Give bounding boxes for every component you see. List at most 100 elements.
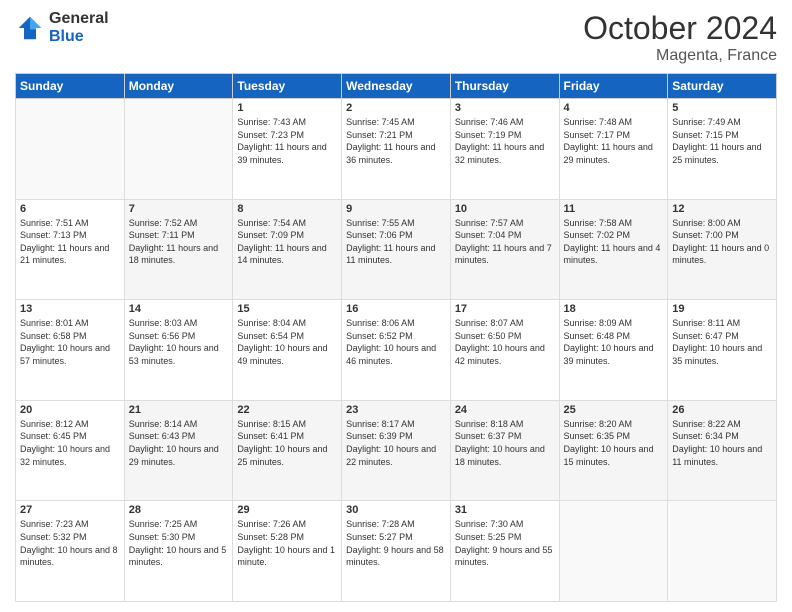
day-number: 26 <box>672 404 772 416</box>
sunset-text: Sunset: 6:52 PM <box>346 331 413 341</box>
table-row <box>559 501 668 602</box>
day-info: Sunrise: 8:03 AM Sunset: 6:56 PM Dayligh… <box>129 317 229 367</box>
day-number: 2 <box>346 102 446 114</box>
table-row: 25 Sunrise: 8:20 AM Sunset: 6:35 PM Dayl… <box>559 400 668 501</box>
col-wednesday: Wednesday <box>342 74 451 99</box>
sunset-text: Sunset: 5:25 PM <box>455 532 522 542</box>
day-info: Sunrise: 8:11 AM Sunset: 6:47 PM Dayligh… <box>672 317 772 367</box>
sunrise-text: Sunrise: 7:23 AM <box>20 519 89 529</box>
day-number: 13 <box>20 303 120 315</box>
daylight-text: Daylight: 10 hours and 29 minutes. <box>129 444 219 467</box>
table-row: 31 Sunrise: 7:30 AM Sunset: 5:25 PM Dayl… <box>450 501 559 602</box>
day-info: Sunrise: 7:25 AM Sunset: 5:30 PM Dayligh… <box>129 518 229 568</box>
calendar-page: General Blue October 2024 Magenta, Franc… <box>0 0 792 612</box>
sunset-text: Sunset: 6:43 PM <box>129 431 196 441</box>
daylight-text: Daylight: 11 hours and 36 minutes. <box>346 142 435 165</box>
day-number: 7 <box>129 203 229 215</box>
table-row: 12 Sunrise: 8:00 AM Sunset: 7:00 PM Dayl… <box>668 199 777 300</box>
title-block: October 2024 Magenta, France <box>583 10 777 65</box>
sunset-text: Sunset: 6:56 PM <box>129 331 196 341</box>
logo-text: General Blue <box>49 10 109 45</box>
day-info: Sunrise: 7:45 AM Sunset: 7:21 PM Dayligh… <box>346 116 446 166</box>
day-info: Sunrise: 8:20 AM Sunset: 6:35 PM Dayligh… <box>564 418 664 468</box>
sunrise-text: Sunrise: 7:51 AM <box>20 218 89 228</box>
table-row: 8 Sunrise: 7:54 AM Sunset: 7:09 PM Dayli… <box>233 199 342 300</box>
sunset-text: Sunset: 6:41 PM <box>237 431 304 441</box>
table-row: 26 Sunrise: 8:22 AM Sunset: 6:34 PM Dayl… <box>668 400 777 501</box>
col-tuesday: Tuesday <box>233 74 342 99</box>
day-number: 6 <box>20 203 120 215</box>
logo-blue-text: Blue <box>49 28 109 46</box>
sunset-text: Sunset: 7:21 PM <box>346 130 413 140</box>
sunrise-text: Sunrise: 7:43 AM <box>237 117 306 127</box>
day-number: 3 <box>455 102 555 114</box>
day-number: 9 <box>346 203 446 215</box>
sunrise-text: Sunrise: 7:58 AM <box>564 218 633 228</box>
day-info: Sunrise: 7:55 AM Sunset: 7:06 PM Dayligh… <box>346 217 446 267</box>
sunset-text: Sunset: 6:58 PM <box>20 331 87 341</box>
table-row <box>16 99 125 200</box>
logo-icon <box>15 13 45 43</box>
table-row: 2 Sunrise: 7:45 AM Sunset: 7:21 PM Dayli… <box>342 99 451 200</box>
day-number: 31 <box>455 504 555 516</box>
day-info: Sunrise: 8:18 AM Sunset: 6:37 PM Dayligh… <box>455 418 555 468</box>
calendar-week-row: 1 Sunrise: 7:43 AM Sunset: 7:23 PM Dayli… <box>16 99 777 200</box>
sunset-text: Sunset: 7:04 PM <box>455 230 522 240</box>
sunset-text: Sunset: 6:39 PM <box>346 431 413 441</box>
calendar-week-row: 27 Sunrise: 7:23 AM Sunset: 5:32 PM Dayl… <box>16 501 777 602</box>
day-info: Sunrise: 8:12 AM Sunset: 6:45 PM Dayligh… <box>20 418 120 468</box>
daylight-text: Daylight: 10 hours and 1 minute. <box>237 545 335 568</box>
day-info: Sunrise: 8:17 AM Sunset: 6:39 PM Dayligh… <box>346 418 446 468</box>
sunrise-text: Sunrise: 7:25 AM <box>129 519 198 529</box>
table-row: 10 Sunrise: 7:57 AM Sunset: 7:04 PM Dayl… <box>450 199 559 300</box>
table-row: 27 Sunrise: 7:23 AM Sunset: 5:32 PM Dayl… <box>16 501 125 602</box>
daylight-text: Daylight: 9 hours and 58 minutes. <box>346 545 444 568</box>
daylight-text: Daylight: 10 hours and 49 minutes. <box>237 343 327 366</box>
day-info: Sunrise: 8:14 AM Sunset: 6:43 PM Dayligh… <box>129 418 229 468</box>
table-row: 15 Sunrise: 8:04 AM Sunset: 6:54 PM Dayl… <box>233 300 342 401</box>
col-monday: Monday <box>124 74 233 99</box>
day-number: 12 <box>672 203 772 215</box>
daylight-text: Daylight: 11 hours and 11 minutes. <box>346 243 435 266</box>
sunrise-text: Sunrise: 8:07 AM <box>455 318 524 328</box>
day-number: 10 <box>455 203 555 215</box>
table-row: 29 Sunrise: 7:26 AM Sunset: 5:28 PM Dayl… <box>233 501 342 602</box>
sunset-text: Sunset: 7:11 PM <box>129 230 195 240</box>
col-saturday: Saturday <box>668 74 777 99</box>
daylight-text: Daylight: 11 hours and 18 minutes. <box>129 243 218 266</box>
daylight-text: Daylight: 10 hours and 57 minutes. <box>20 343 110 366</box>
day-info: Sunrise: 7:30 AM Sunset: 5:25 PM Dayligh… <box>455 518 555 568</box>
sunrise-text: Sunrise: 7:45 AM <box>346 117 415 127</box>
sunrise-text: Sunrise: 8:20 AM <box>564 419 633 429</box>
daylight-text: Daylight: 10 hours and 42 minutes. <box>455 343 545 366</box>
day-info: Sunrise: 8:22 AM Sunset: 6:34 PM Dayligh… <box>672 418 772 468</box>
sunrise-text: Sunrise: 8:09 AM <box>564 318 633 328</box>
daylight-text: Daylight: 11 hours and 32 minutes. <box>455 142 544 165</box>
sunset-text: Sunset: 5:28 PM <box>237 532 304 542</box>
sunrise-text: Sunrise: 8:14 AM <box>129 419 198 429</box>
daylight-text: Daylight: 10 hours and 15 minutes. <box>564 444 654 467</box>
calendar-week-row: 6 Sunrise: 7:51 AM Sunset: 7:13 PM Dayli… <box>16 199 777 300</box>
calendar-table: Sunday Monday Tuesday Wednesday Thursday… <box>15 73 777 602</box>
sunrise-text: Sunrise: 8:22 AM <box>672 419 741 429</box>
sunset-text: Sunset: 5:30 PM <box>129 532 196 542</box>
day-number: 16 <box>346 303 446 315</box>
day-info: Sunrise: 7:54 AM Sunset: 7:09 PM Dayligh… <box>237 217 337 267</box>
day-number: 14 <box>129 303 229 315</box>
sunset-text: Sunset: 7:15 PM <box>672 130 739 140</box>
daylight-text: Daylight: 10 hours and 18 minutes. <box>455 444 545 467</box>
daylight-text: Daylight: 10 hours and 53 minutes. <box>129 343 219 366</box>
day-info: Sunrise: 7:26 AM Sunset: 5:28 PM Dayligh… <box>237 518 337 568</box>
day-number: 22 <box>237 404 337 416</box>
daylight-text: Daylight: 11 hours and 7 minutes. <box>455 243 552 266</box>
day-number: 20 <box>20 404 120 416</box>
sunrise-text: Sunrise: 8:18 AM <box>455 419 524 429</box>
table-row: 19 Sunrise: 8:11 AM Sunset: 6:47 PM Dayl… <box>668 300 777 401</box>
sunset-text: Sunset: 6:47 PM <box>672 331 739 341</box>
table-row: 17 Sunrise: 8:07 AM Sunset: 6:50 PM Dayl… <box>450 300 559 401</box>
daylight-text: Daylight: 10 hours and 11 minutes. <box>672 444 762 467</box>
table-row: 11 Sunrise: 7:58 AM Sunset: 7:02 PM Dayl… <box>559 199 668 300</box>
table-row: 14 Sunrise: 8:03 AM Sunset: 6:56 PM Dayl… <box>124 300 233 401</box>
day-number: 24 <box>455 404 555 416</box>
table-row: 7 Sunrise: 7:52 AM Sunset: 7:11 PM Dayli… <box>124 199 233 300</box>
